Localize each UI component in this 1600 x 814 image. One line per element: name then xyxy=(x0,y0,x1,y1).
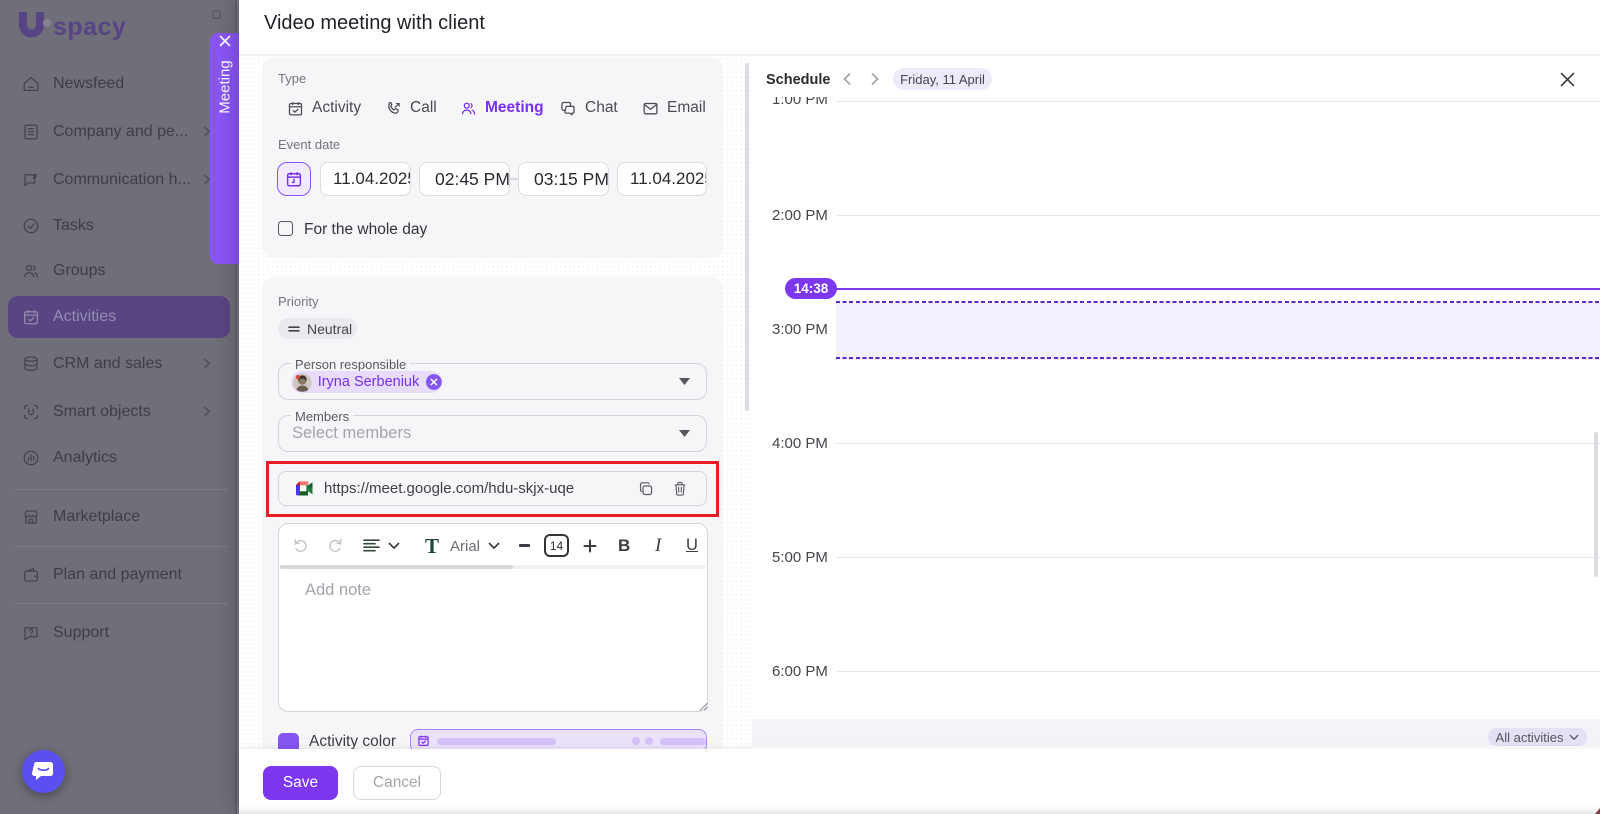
svg-text:spacy: spacy xyxy=(53,13,126,41)
